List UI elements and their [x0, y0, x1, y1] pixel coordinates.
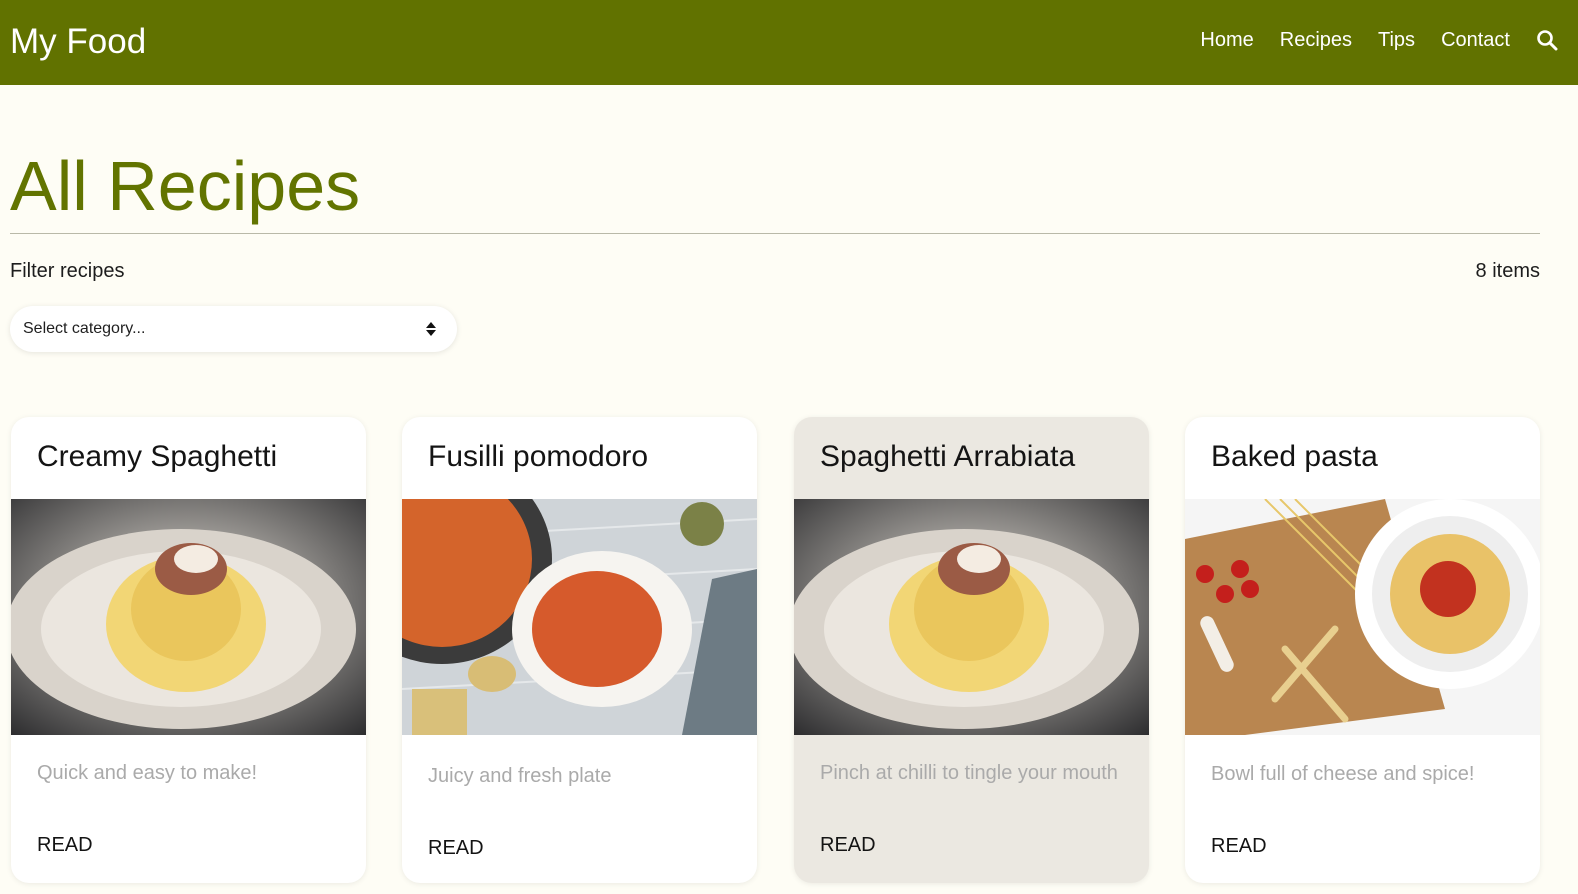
main-nav: Home Recipes Tips Contact [1174, 28, 1558, 52]
nav-home[interactable]: Home [1200, 28, 1253, 52]
recipe-description: Quick and easy to make! [37, 762, 258, 784]
recipe-title: Spaghetti Arrabiata [820, 440, 1076, 473]
filter-label: Filter recipes [10, 260, 125, 282]
items-count: 8 items [1475, 260, 1540, 282]
top-nav-bar: My Food Home Recipes Tips Contact [0, 0, 1578, 85]
recipe-title: Creamy Spaghetti [37, 440, 278, 473]
recipe-card[interactable]: Creamy Spaghetti Quick and easy to make!… [11, 417, 366, 883]
read-link[interactable]: READ [428, 836, 484, 860]
brand-logo-link[interactable]: My Food [10, 22, 146, 62]
recipe-photo [402, 499, 757, 735]
nav-recipes[interactable]: Recipes [1280, 28, 1352, 52]
recipe-title: Baked pasta [1211, 440, 1378, 473]
nav-tips[interactable]: Tips [1378, 28, 1415, 52]
recipe-card[interactable]: Fusilli pomodoro Juicy and fresh plate R… [402, 417, 757, 883]
recipe-description: Bowl full of cheese and spice! [1211, 763, 1475, 785]
recipe-photo [794, 499, 1149, 735]
read-link[interactable]: READ [1211, 834, 1267, 858]
read-link[interactable]: READ [37, 833, 93, 857]
recipe-photo [11, 499, 366, 735]
page-title: All Recipes [10, 147, 361, 225]
recipe-description: Juicy and fresh plate [428, 765, 612, 787]
select-arrows-icon [426, 322, 436, 336]
recipe-photo [1185, 499, 1540, 735]
category-select[interactable]: Select category... [10, 306, 457, 352]
search-icon[interactable] [1536, 29, 1558, 51]
recipe-card[interactable]: Baked pasta Bowl full of cheese and spic… [1185, 417, 1540, 883]
read-link[interactable]: READ [820, 833, 876, 857]
nav-contact[interactable]: Contact [1441, 28, 1510, 52]
title-divider [10, 233, 1540, 234]
recipe-card[interactable]: Spaghetti Arrabiata Pinch at chilli to t… [794, 417, 1149, 883]
recipe-description: Pinch at chilli to tingle your mouth [820, 762, 1118, 784]
recipe-title: Fusilli pomodoro [428, 440, 649, 473]
category-select-value: Select category... [23, 320, 146, 337]
